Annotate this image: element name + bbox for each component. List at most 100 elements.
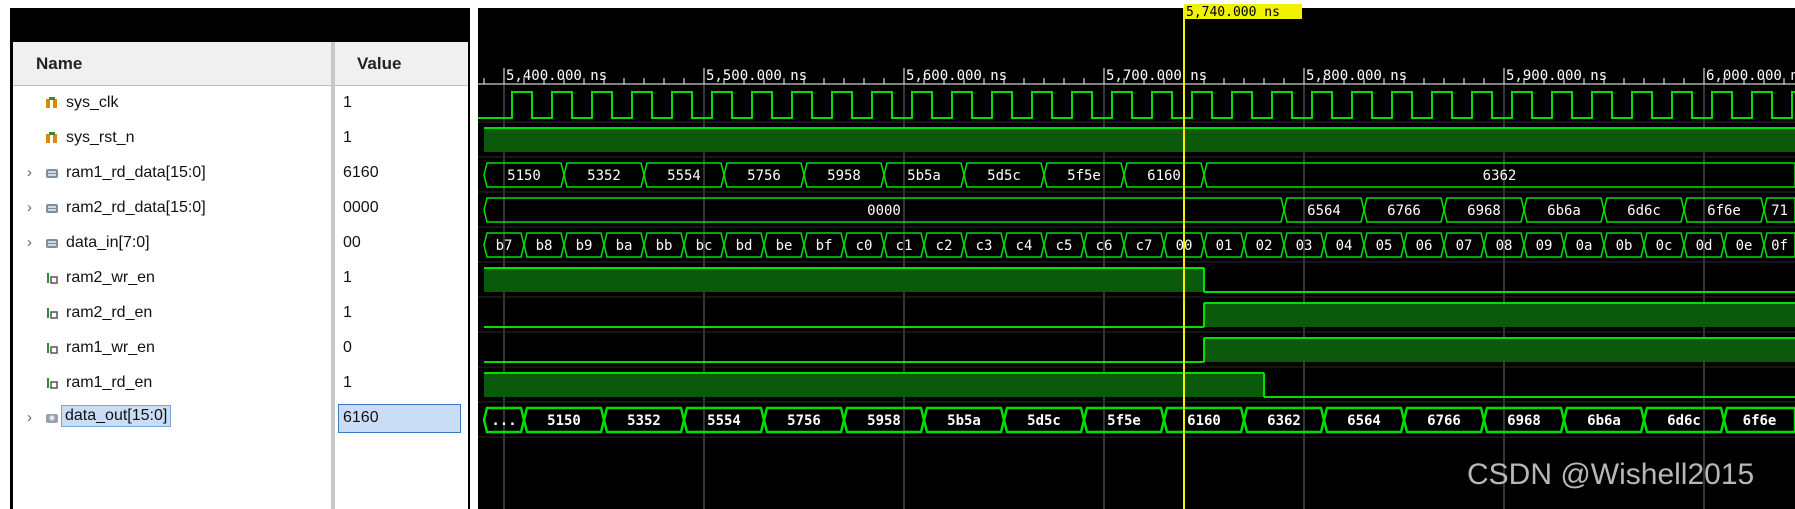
data_in-value-label: c3 bbox=[976, 238, 993, 254]
signal-value-list: 1 1 6160 0000 00 1 1 0 1 6160 bbox=[335, 86, 468, 509]
data_in-value-label: bb bbox=[656, 238, 673, 254]
signal-value: 1 bbox=[343, 94, 352, 111]
data_in-value-label: 08 bbox=[1496, 238, 1513, 254]
wave-top-strip bbox=[474, 0, 1795, 8]
wave-left-border bbox=[474, 0, 478, 509]
signal-row[interactable]: sys_clk bbox=[13, 87, 331, 120]
signal-row[interactable]: › data_in[7:0] bbox=[13, 227, 331, 260]
signal-name[interactable]: ram2_wr_en bbox=[66, 269, 155, 287]
signal-row[interactable]: › ram1_rd_data[15:0] bbox=[13, 157, 331, 190]
data_in-value-label: 03 bbox=[1296, 238, 1313, 254]
value-row[interactable]: 1 bbox=[335, 367, 468, 400]
waveform-panel[interactable]: 5,400.000 ns 5,500.000 ns 5,600.000 ns 5,70… bbox=[474, 0, 1795, 509]
signal-row[interactable]: › ram2_rd_data[15:0] bbox=[13, 192, 331, 225]
value-column-label: Value bbox=[357, 54, 402, 73]
data_out-value-label: 6564 bbox=[1347, 413, 1381, 429]
signal-value: 1 bbox=[343, 374, 352, 391]
signal-name[interactable]: ram2_rd_en bbox=[66, 304, 152, 322]
data_out-value-label: 6968 bbox=[1507, 413, 1541, 429]
signal-name[interactable]: sys_rst_n bbox=[66, 129, 134, 147]
expand-chevron-icon[interactable]: › bbox=[27, 164, 32, 181]
data_in-value-label: b8 bbox=[536, 238, 553, 254]
signal-name[interactable]: ram2_rd_data[15:0] bbox=[66, 199, 206, 217]
value-row[interactable]: 0000 bbox=[335, 192, 468, 225]
expand-chevron-icon[interactable]: › bbox=[27, 199, 32, 216]
ruler-label: 5,800.000 ns bbox=[1306, 68, 1407, 84]
value-row[interactable]: 1 bbox=[335, 262, 468, 295]
signal-name[interactable]: ram1_rd_data[15:0] bbox=[66, 164, 206, 182]
signal-name[interactable]: data_in[7:0] bbox=[66, 234, 150, 252]
data_in-value-label: be bbox=[776, 238, 793, 254]
bus-output-icon bbox=[46, 414, 58, 423]
value-row[interactable]: 6160 bbox=[335, 402, 468, 435]
ram1_rd_data-value-label: 5d5c bbox=[987, 168, 1021, 184]
signal-row[interactable]: sys_rst_n bbox=[13, 122, 331, 155]
waveform-canvas[interactable]: 5,400.000 ns 5,500.000 ns 5,600.000 ns 5,70… bbox=[474, 0, 1795, 509]
value-row[interactable]: 1 bbox=[335, 297, 468, 330]
data_in-value-label: c4 bbox=[1016, 238, 1033, 254]
ram2_rd_data-value-label: 6564 bbox=[1307, 203, 1341, 219]
data_out-value-label: 5150 bbox=[547, 413, 581, 429]
data_in-value-label: 0e bbox=[1736, 238, 1753, 254]
ram2-wr-en-fill bbox=[484, 268, 1204, 292]
data_in-value-label: 04 bbox=[1336, 238, 1353, 254]
ram1_rd_data-value-label: 5150 bbox=[507, 168, 541, 184]
signal-row[interactable]: › data_out[15:0] bbox=[13, 402, 331, 435]
ram1_rd_data-value-label: 5756 bbox=[747, 168, 781, 184]
signal-row[interactable]: ram2_wr_en bbox=[13, 262, 331, 295]
signal-row[interactable]: ram2_rd_en bbox=[13, 297, 331, 330]
cursor-time-label: 5,740.000 ns bbox=[1186, 5, 1280, 20]
ram2_rd_data-value-label: 6766 bbox=[1387, 203, 1421, 219]
data_in-value-label: 02 bbox=[1256, 238, 1273, 254]
value-row[interactable]: 1 bbox=[335, 122, 468, 155]
value-row[interactable]: 00 bbox=[335, 227, 468, 260]
signal-name[interactable]: ram1_rd_en bbox=[66, 374, 152, 392]
signal-value: 1 bbox=[343, 269, 352, 286]
ram2_rd_data-value-label: 6b6a bbox=[1547, 203, 1581, 219]
ruler-label: 5,600.000 ns bbox=[906, 68, 1007, 84]
value-column-header[interactable]: Value bbox=[335, 42, 468, 86]
ruler-label: 5,900.000 ns bbox=[1506, 68, 1607, 84]
data_in-value-label: 09 bbox=[1536, 238, 1553, 254]
signal-value: 1 bbox=[343, 304, 352, 321]
data_out-value-label: 6766 bbox=[1427, 413, 1461, 429]
name-column-header[interactable]: Name bbox=[13, 42, 331, 86]
data_in-value-label: c1 bbox=[896, 238, 913, 254]
ram1_rd_data-value-label: 5f5e bbox=[1067, 168, 1101, 184]
ruler-label: 6,000.000 ns bbox=[1706, 68, 1795, 84]
data_in-value-label: 0d bbox=[1696, 238, 1713, 254]
signal-name[interactable]: ram1_wr_en bbox=[66, 339, 155, 357]
data_in-value-label: c6 bbox=[1096, 238, 1113, 254]
name-column-label: Name bbox=[36, 54, 83, 73]
data_in-value-label: 0b bbox=[1616, 238, 1633, 254]
ram1_rd_data-value-label: 6160 bbox=[1147, 168, 1181, 184]
value-row[interactable]: 6160 bbox=[335, 157, 468, 190]
signal-value: 1 bbox=[343, 129, 352, 146]
expand-chevron-icon[interactable]: › bbox=[27, 234, 32, 251]
data_in-value-label: 06 bbox=[1416, 238, 1433, 254]
data_in-value-label: c2 bbox=[936, 238, 953, 254]
data_out-value-label: 6b6a bbox=[1587, 413, 1621, 429]
clock-waveform bbox=[478, 91, 1795, 119]
ram1-rd-en-fill bbox=[484, 373, 1264, 397]
value-row[interactable]: 1 bbox=[335, 87, 468, 120]
clock-signal-icon bbox=[46, 97, 57, 108]
ram2_rd_data-value-label: 71 bbox=[1771, 203, 1788, 219]
expand-chevron-icon[interactable]: › bbox=[27, 409, 32, 426]
bit-signal-icon bbox=[47, 378, 58, 389]
signal-name[interactable]: data_out[15:0] bbox=[61, 405, 172, 427]
signal-row[interactable]: ram1_rd_en bbox=[13, 367, 331, 400]
ram1_rd_data-value-label: 5b5a bbox=[907, 168, 941, 184]
signal-value: 0 bbox=[343, 339, 352, 356]
signal-name-list: sys_clk sys_rst_n › ram1_rd_data[15:0] › ram2… bbox=[13, 86, 331, 509]
bus-signal-icon bbox=[46, 239, 58, 248]
signal-row[interactable]: ram1_wr_en bbox=[13, 332, 331, 365]
bus-signal-icon bbox=[46, 169, 58, 178]
data_out-value-label: 6f6e bbox=[1743, 413, 1777, 429]
ram1_rd_data-value-label: 5958 bbox=[827, 168, 861, 184]
data_in-value-label: b7 bbox=[496, 238, 513, 254]
signal-name[interactable]: sys_clk bbox=[66, 94, 118, 112]
data_out-value-label: 5554 bbox=[707, 413, 741, 429]
data_out-value-label: ... bbox=[491, 413, 516, 429]
value-row[interactable]: 0 bbox=[335, 332, 468, 365]
